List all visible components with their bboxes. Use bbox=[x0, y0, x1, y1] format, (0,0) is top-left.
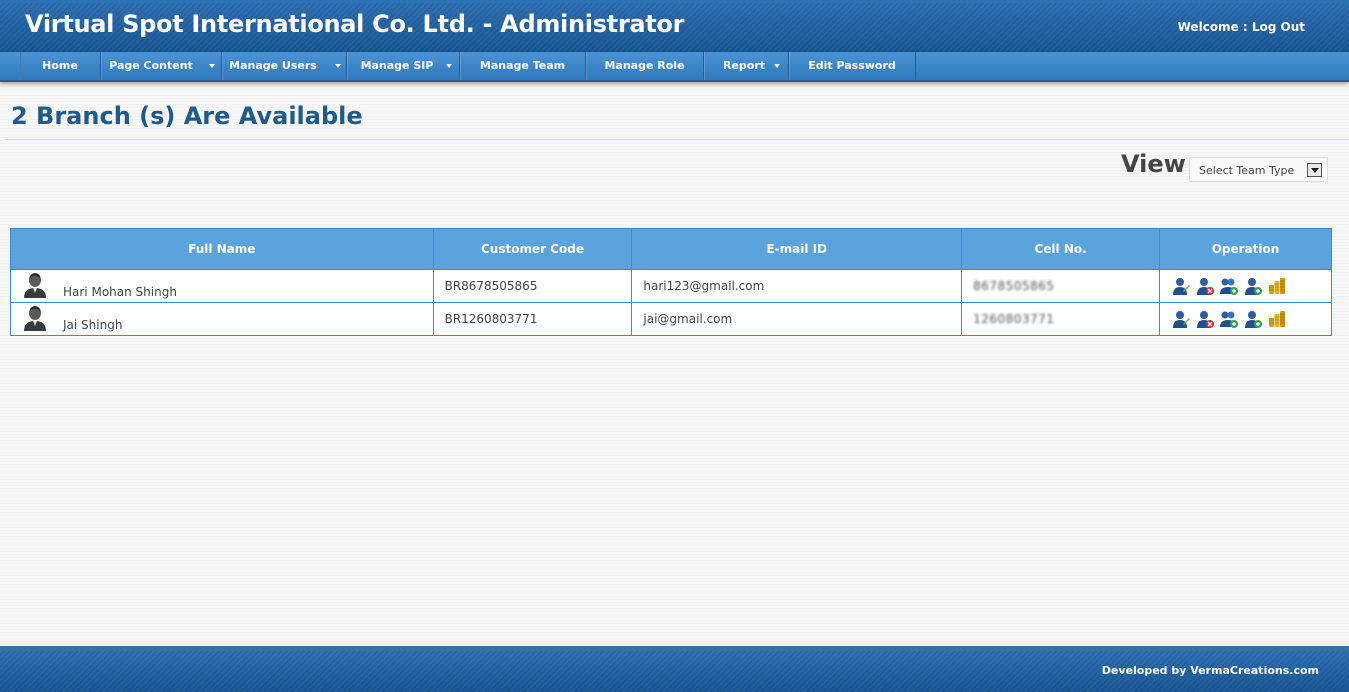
nav-item-label: Manage Role bbox=[604, 59, 685, 72]
nav-item-label: Edit Password bbox=[808, 59, 896, 72]
nav-item-manage-role[interactable]: Manage Role bbox=[586, 52, 704, 80]
coins-icon[interactable] bbox=[1268, 310, 1286, 328]
cell-no-text: 8678505865 bbox=[973, 279, 1055, 293]
full-name-text: Jai Shingh bbox=[63, 318, 123, 332]
chevron-down-icon bbox=[335, 64, 341, 68]
table-header-row: Full Name Customer Code E-mail ID Cell N… bbox=[10, 228, 1332, 270]
welcome-area: Welcome : Log Out bbox=[1178, 20, 1305, 34]
welcome-label: Welcome bbox=[1177, 20, 1239, 34]
edit-user-icon[interactable] bbox=[1172, 277, 1191, 295]
footer-credit: Developed by VermaCreations.com bbox=[1101, 664, 1319, 677]
logout-link[interactable]: Log Out bbox=[1252, 20, 1305, 34]
add-users-icon[interactable] bbox=[1220, 277, 1239, 295]
nav-item-label: Page Content bbox=[109, 59, 193, 72]
team-type-select[interactable]: Select Team Type bbox=[1189, 157, 1328, 182]
customer-code-cell: BR8678505865 bbox=[432, 269, 633, 303]
email-cell: hari123@gmail.com bbox=[631, 269, 963, 303]
full-name-text: Hari Mohan Shingh bbox=[63, 285, 177, 299]
main-nav: Home Page Content Manage Users Manage SI… bbox=[0, 52, 1349, 82]
add-users-icon[interactable] bbox=[1220, 310, 1239, 328]
nav-item-edit-password[interactable]: Edit Password bbox=[789, 52, 916, 80]
view-label: View bbox=[1121, 150, 1186, 178]
team-type-select-value: Select Team Type bbox=[1199, 164, 1295, 177]
nav-item-label: Manage Team bbox=[479, 59, 566, 72]
welcome-separator: : bbox=[1238, 20, 1252, 34]
column-header-cell-no: Cell No. bbox=[961, 228, 1161, 270]
cell-no-cell: 1260803771 bbox=[961, 302, 1161, 336]
heading-divider bbox=[5, 139, 1349, 140]
nav-left-cap bbox=[0, 52, 21, 80]
nav-item-manage-team[interactable]: Manage Team bbox=[460, 52, 586, 80]
footer-bar: Developed by VermaCreations.com bbox=[0, 646, 1349, 692]
customer-code-cell: BR1260803771 bbox=[432, 302, 633, 336]
nav-item-label: Manage Users bbox=[229, 59, 317, 72]
add-user-icon[interactable] bbox=[1244, 277, 1263, 295]
delete-user-icon[interactable] bbox=[1196, 277, 1215, 295]
nav-item-manage-users[interactable]: Manage Users bbox=[222, 52, 347, 80]
operation-cell bbox=[1159, 269, 1332, 303]
header-bar: Virtual Spot International Co. Ltd. - Ad… bbox=[0, 0, 1349, 52]
nav-item-label: Report bbox=[722, 59, 766, 72]
cell-no-text: 1260803771 bbox=[973, 312, 1055, 326]
nav-item-label: Home bbox=[42, 59, 78, 72]
table-row: Jai Shingh BR1260803771 jai@gmail.com 12… bbox=[10, 302, 1332, 336]
user-avatar-icon bbox=[24, 306, 46, 331]
column-header-email: E-mail ID bbox=[631, 228, 963, 270]
table-row: Hari Mohan Shingh BR8678505865 hari123@g… bbox=[10, 269, 1332, 303]
column-header-operation: Operation bbox=[1159, 228, 1332, 270]
nav-item-label: Manage SIP bbox=[360, 59, 434, 72]
operation-cell bbox=[1159, 302, 1332, 336]
chevron-down-icon[interactable] bbox=[1307, 163, 1322, 177]
full-name-cell: Jai Shingh bbox=[10, 302, 434, 336]
coins-icon[interactable] bbox=[1268, 277, 1286, 295]
chevron-down-icon bbox=[446, 64, 452, 68]
add-user-icon[interactable] bbox=[1244, 310, 1263, 328]
column-header-full-name: Full Name bbox=[10, 228, 434, 270]
page-title: 2 Branch (s) Are Available bbox=[11, 102, 363, 130]
cell-no-cell: 8678505865 bbox=[961, 269, 1161, 303]
chevron-down-icon bbox=[774, 64, 780, 68]
nav-item-home[interactable]: Home bbox=[20, 52, 101, 80]
nav-item-manage-sip[interactable]: Manage SIP bbox=[347, 52, 460, 80]
user-avatar-icon bbox=[24, 273, 46, 298]
branch-table: Full Name Customer Code E-mail ID Cell N… bbox=[10, 228, 1332, 336]
email-cell: jai@gmail.com bbox=[631, 302, 963, 336]
nav-item-report[interactable]: Report bbox=[704, 52, 789, 80]
column-header-customer-code: Customer Code bbox=[432, 228, 633, 270]
nav-item-page-content[interactable]: Page Content bbox=[101, 52, 222, 80]
site-title: Virtual Spot International Co. Ltd. - Ad… bbox=[25, 10, 685, 38]
chevron-down-icon bbox=[209, 64, 215, 68]
edit-user-icon[interactable] bbox=[1172, 310, 1191, 328]
full-name-cell: Hari Mohan Shingh bbox=[10, 269, 434, 303]
delete-user-icon[interactable] bbox=[1196, 310, 1215, 328]
